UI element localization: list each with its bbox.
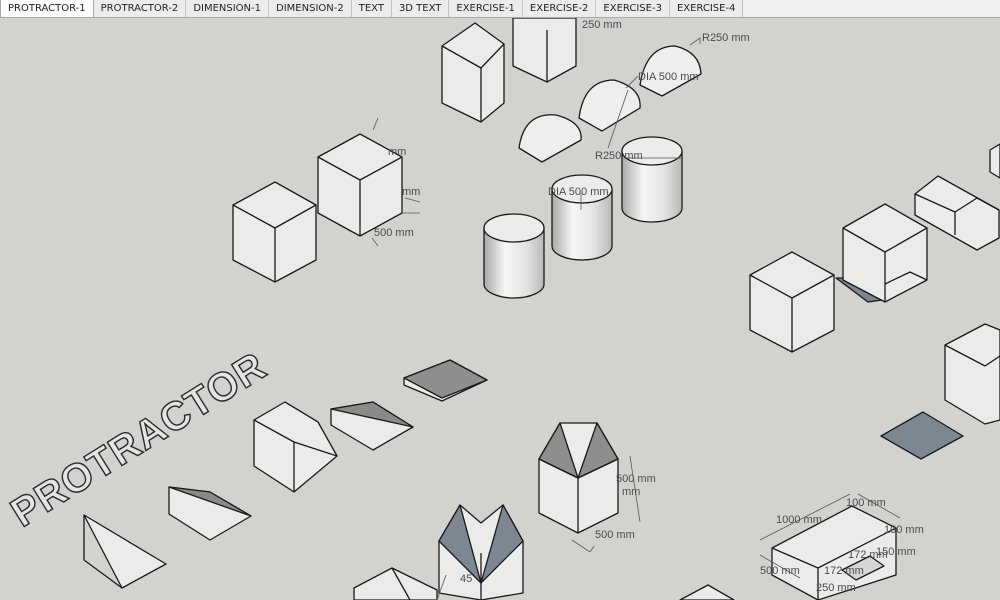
model-canvas[interactable]: 250 mm R250 mm DIA 500 mm R250 mm DIA 50…	[0, 18, 1000, 600]
box-bottom-left[interactable]	[353, 567, 438, 600]
top-box-model[interactable]: 250 mm	[512, 18, 622, 83]
dim-label-hex-mm: mm	[622, 486, 640, 498]
flat-square-slate[interactable]	[880, 411, 964, 460]
hex-prism-model[interactable]	[538, 422, 619, 534]
cube-far-right[interactable]	[944, 323, 1000, 425]
dim-label-cube-mm-1: mm	[388, 146, 406, 158]
model-viewport[interactable]: 250 mm R250 mm DIA 500 mm R250 mm DIA 50…	[0, 18, 1000, 600]
dim-label-dia500-top: DIA 500 mm	[638, 71, 699, 83]
tab-text[interactable]: TEXT	[351, 0, 392, 17]
scene-tab-bar: PROTRACTOR-1 PROTRACTOR-2 DIMENSION-1 DI…	[0, 0, 1000, 18]
edge-box-right-top[interactable]	[989, 143, 1000, 179]
cylinder-1[interactable]	[483, 213, 545, 299]
dim-label-cube-mm-2: mm	[402, 186, 420, 198]
gable-model-bottom[interactable]	[438, 504, 524, 600]
dim-label-br-172b: 172 mm	[824, 565, 864, 577]
tall-box-model[interactable]	[441, 22, 505, 123]
tab-protractor-2[interactable]: PROTRACTOR-2	[93, 0, 187, 17]
truncated-prism[interactable]	[253, 401, 338, 493]
cube-left[interactable]	[232, 181, 317, 283]
tab-dimension-1[interactable]: DIMENSION-1	[186, 0, 270, 17]
dim-label-br-100b: 100 mm	[884, 524, 924, 536]
wedge-mid[interactable]	[168, 486, 252, 541]
dim-label-br-500: 500 mm	[760, 565, 800, 577]
dim-label-dia500-mid: DIA 500 mm	[548, 186, 609, 198]
half-cylinder-1[interactable]	[518, 114, 582, 163]
wedge-small[interactable]	[330, 401, 414, 451]
half-cylinder-2[interactable]	[578, 79, 641, 132]
dim-label-cube-500: 500 mm	[374, 227, 414, 239]
box-bottom-center[interactable]	[679, 584, 735, 600]
tab-3d-text[interactable]: 3D TEXT	[391, 0, 450, 17]
cube-right-large[interactable]	[749, 251, 835, 353]
tab-protractor-1[interactable]: PROTRACTOR-1	[0, 0, 94, 17]
dim-label-br-250: 250 mm	[816, 582, 856, 594]
tab-exercise-3[interactable]: EXERCISE-3	[596, 0, 670, 17]
dim-label-br-172a: 172 mm	[848, 549, 888, 561]
dim-label-hex-500-a: 500 mm	[616, 473, 656, 485]
wedge-front-left[interactable]	[83, 514, 167, 589]
dim-label-br-100a: 100 mm	[846, 497, 886, 509]
tab-exercise-4[interactable]: EXERCISE-4	[669, 0, 744, 17]
dim-label-250-top: 250 mm	[582, 19, 622, 31]
tab-exercise-2[interactable]: EXERCISE-2	[522, 0, 597, 17]
dim-label-br-1000: 1000 mm	[776, 514, 822, 526]
dim-label-angle-45: 45	[460, 573, 472, 585]
tab-exercise-1[interactable]: EXERCISE-1	[449, 0, 523, 17]
dim-label-r250-mid: R250 mm	[595, 150, 643, 162]
dim-label-r250-top: R250 mm	[702, 32, 750, 44]
open-box-right[interactable]	[842, 203, 928, 303]
dim-label-hex-500-b: 500 mm	[595, 529, 635, 541]
tab-dimension-2[interactable]: DIMENSION-2	[269, 0, 352, 17]
slab-tilted[interactable]	[403, 359, 488, 402]
